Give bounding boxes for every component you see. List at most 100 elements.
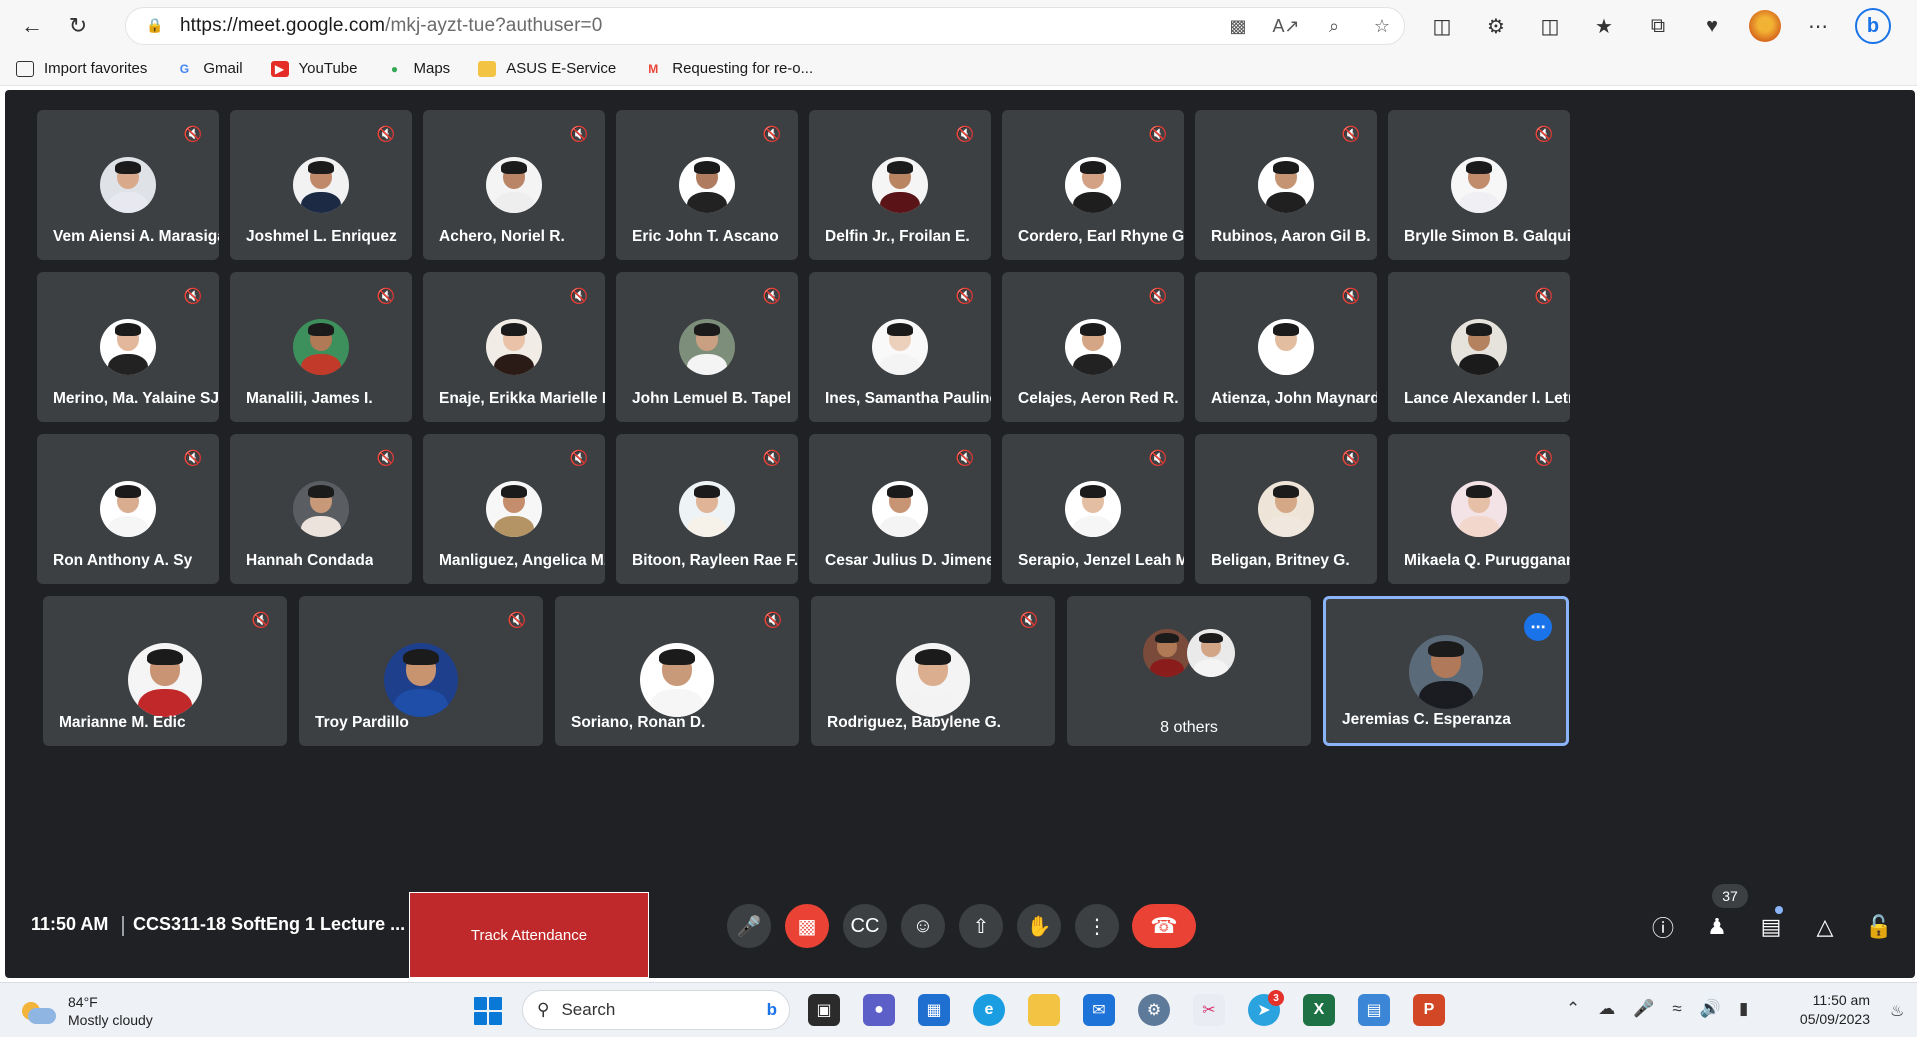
participant-tile[interactable]: 🔇 Eric John T. Ascano: [616, 110, 798, 260]
settings-gear-icon[interactable]: ⚙: [1138, 994, 1170, 1026]
host-controls-lock-icon[interactable]: 🔓: [1864, 912, 1894, 942]
file-explorer-icon[interactable]: [1028, 994, 1060, 1026]
participant-tile[interactable]: 🔇 Beligan, Britney G.: [1195, 434, 1377, 584]
favorite-maps[interactable]: ● Maps: [386, 60, 450, 77]
participant-tile[interactable]: 🔇 Manliguez, Angelica M...: [423, 434, 605, 584]
favorite-label: YouTube: [298, 60, 358, 77]
camera-off-icon[interactable]: ▩: [785, 904, 829, 948]
favorite-star-icon[interactable]: ☆: [1370, 14, 1394, 38]
participant-tile[interactable]: 🔇 Bitoon, Rayleen Rae F.: [616, 434, 798, 584]
bing-icon[interactable]: b: [1855, 8, 1891, 44]
participant-tile[interactable]: 🔇 Celajes, Aeron Red R.: [1002, 272, 1184, 422]
participant-tile[interactable]: 🔇 Serapio, Jenzel Leah M.: [1002, 434, 1184, 584]
powerpoint-icon[interactable]: P: [1413, 994, 1445, 1026]
more-vert-icon[interactable]: ⋮: [1075, 904, 1119, 948]
volume-icon[interactable]: 🔊: [1700, 999, 1721, 1019]
participant-avatar: [486, 481, 542, 537]
favorite-label: Gmail: [203, 60, 243, 77]
activities-icon[interactable]: △: [1810, 912, 1840, 942]
participant-tile[interactable]: 🔇 Manalili, James I.: [230, 272, 412, 422]
participant-tile[interactable]: 🔇 John Lemuel B. Tapel: [616, 272, 798, 422]
participant-tile[interactable]: 🔇 Joshmel L. Enriquez: [230, 110, 412, 260]
participant-tile[interactable]: 🔇 Lance Alexander I. Letr...: [1388, 272, 1570, 422]
captions-icon[interactable]: CC: [843, 904, 887, 948]
url-text[interactable]: https://meet.google.com/mkj-ayzt-tue?aut…: [180, 15, 602, 37]
weather-widget[interactable]: 84°F Mostly cloudy: [20, 993, 153, 1029]
snipping-tool-icon[interactable]: ✂: [1193, 994, 1225, 1026]
participant-tile[interactable]: 🔇 Mikaela Q. Purugganan: [1388, 434, 1570, 584]
participant-tile[interactable]: 🔇 Delfin Jr., Froilan E.: [809, 110, 991, 260]
participant-tile[interactable]: 🔇 Hannah Condada: [230, 434, 412, 584]
participant-tile[interactable]: 🔇 Cordero, Earl Rhyne G.: [1002, 110, 1184, 260]
participant-tile[interactable]: 🔇 Enaje, Erikka Marielle M.: [423, 272, 605, 422]
favorites-icon[interactable]: ★: [1587, 9, 1621, 43]
people-icon[interactable]: ♟: [1702, 912, 1732, 942]
participant-tile[interactable]: 🔇 Ron Anthony A. Sy: [37, 434, 219, 584]
wifi-icon[interactable]: ≈: [1672, 999, 1681, 1019]
edge-browser-icon[interactable]: e: [973, 994, 1005, 1026]
microphone-tray-icon[interactable]: 🎤: [1633, 999, 1654, 1019]
back-icon[interactable]: ←: [12, 6, 52, 46]
participant-tile[interactable]: 🔇 Rubinos, Aaron Gil B.: [1195, 110, 1377, 260]
others-tile[interactable]: 8 others: [1067, 596, 1311, 746]
health-icon[interactable]: ♥: [1695, 9, 1729, 43]
address-bar[interactable]: 🔒 https://meet.google.com/mkj-ayzt-tue?a…: [125, 7, 1405, 45]
active-speaker-tile[interactable]: ⋯ Jeremias C. Esperanza: [1323, 596, 1569, 746]
raise-hand-icon[interactable]: ✋: [1017, 904, 1061, 948]
read-aloud-icon[interactable]: A↗: [1272, 14, 1299, 38]
microphone-icon[interactable]: 🎤: [727, 904, 771, 948]
emoji-icon[interactable]: ☺: [901, 904, 945, 948]
extensions-stack-icon[interactable]: ◫: [1425, 9, 1459, 43]
telegram-icon[interactable]: ➤ 3: [1248, 990, 1284, 1026]
mic-muted-icon: 🔇: [569, 288, 589, 305]
participant-tile[interactable]: 🔇 Vem Aiensi A. Marasigan: [37, 110, 219, 260]
favorite-gmail[interactable]: G Gmail: [175, 60, 243, 77]
split-screen-icon[interactable]: ◫: [1533, 9, 1567, 43]
battery-icon[interactable]: ▮: [1739, 999, 1748, 1019]
collections-icon[interactable]: ⧉: [1641, 9, 1675, 43]
participant-avatar: [1065, 319, 1121, 375]
notification-bell-icon[interactable]: ♨: [1890, 1001, 1904, 1021]
favorite-import[interactable]: Import favorites: [16, 60, 147, 77]
favorite-youtube[interactable]: ▶ YouTube: [270, 60, 358, 77]
microsoft-store-icon[interactable]: ▦: [918, 994, 950, 1026]
more-options-icon[interactable]: ⋯: [1801, 9, 1835, 43]
favorite-asus[interactable]: ASUS E-Service: [478, 60, 616, 77]
participant-tile[interactable]: 🔇 Cesar Julius D. Jimenez: [809, 434, 991, 584]
participant-tile[interactable]: 🔇 Brylle Simon B. Galquie...: [1388, 110, 1570, 260]
favorite-requesting[interactable]: M Requesting for re-o...: [644, 60, 813, 77]
mail-icon[interactable]: ✉: [1083, 994, 1115, 1026]
notepad-icon[interactable]: ▤: [1358, 994, 1390, 1026]
present-screen-icon[interactable]: ⇧: [959, 904, 1003, 948]
teams-chat-icon[interactable]: ●: [863, 994, 895, 1026]
participant-avatar: [679, 319, 735, 375]
excel-icon[interactable]: X: [1303, 994, 1335, 1026]
participant-tile[interactable]: 🔇 Marianne M. Edic: [43, 596, 287, 746]
taskbar-search[interactable]: ⚲ Search b: [522, 990, 790, 1030]
onedrive-cloud-icon[interactable]: ☁: [1598, 999, 1615, 1019]
windows-start-icon[interactable]: [474, 997, 502, 1025]
refresh-icon[interactable]: ↻: [58, 6, 98, 46]
mic-muted-icon: 🔇: [376, 288, 396, 305]
task-view-icon[interactable]: ▣: [808, 994, 840, 1026]
video-camera-icon[interactable]: ▩: [1226, 14, 1250, 38]
info-icon[interactable]: ⓘ: [1648, 912, 1678, 942]
browser-toolbar: ← ↻ 🔒 https://meet.google.com/mkj-ayzt-t…: [0, 0, 1917, 52]
puzzle-extensions-icon[interactable]: ⚙: [1479, 9, 1513, 43]
system-clock[interactable]: 11:50 am 05/09/2023: [1790, 991, 1870, 1029]
track-attendance-button[interactable]: Track Attendance: [409, 892, 649, 978]
participant-tile[interactable]: 🔇 Troy Pardillo: [299, 596, 543, 746]
more-options-icon[interactable]: ⋯: [1524, 613, 1552, 641]
participant-tile[interactable]: 🔇 Ines, Samantha Pauline...: [809, 272, 991, 422]
profile-avatar[interactable]: [1749, 10, 1781, 42]
zoom-icon[interactable]: ⌕: [1322, 14, 1346, 38]
participant-tile[interactable]: 🔇 Atienza, John Maynard...: [1195, 272, 1377, 422]
participant-tile[interactable]: 🔇 Achero, Noriel R.: [423, 110, 605, 260]
chat-icon[interactable]: ▤: [1756, 912, 1786, 942]
participant-tile[interactable]: 🔇 Rodriguez, Babylene G.: [811, 596, 1055, 746]
meeting-title[interactable]: CCS311-18 SoftEng 1 Lecture ...: [133, 914, 405, 935]
chevron-up-icon[interactable]: ⌃: [1566, 999, 1580, 1019]
participant-tile[interactable]: 🔇 Merino, Ma. Yalaine SJ.: [37, 272, 219, 422]
hang-up-button[interactable]: ☎: [1132, 904, 1196, 948]
participant-tile[interactable]: 🔇 Soriano, Ronan D.: [555, 596, 799, 746]
